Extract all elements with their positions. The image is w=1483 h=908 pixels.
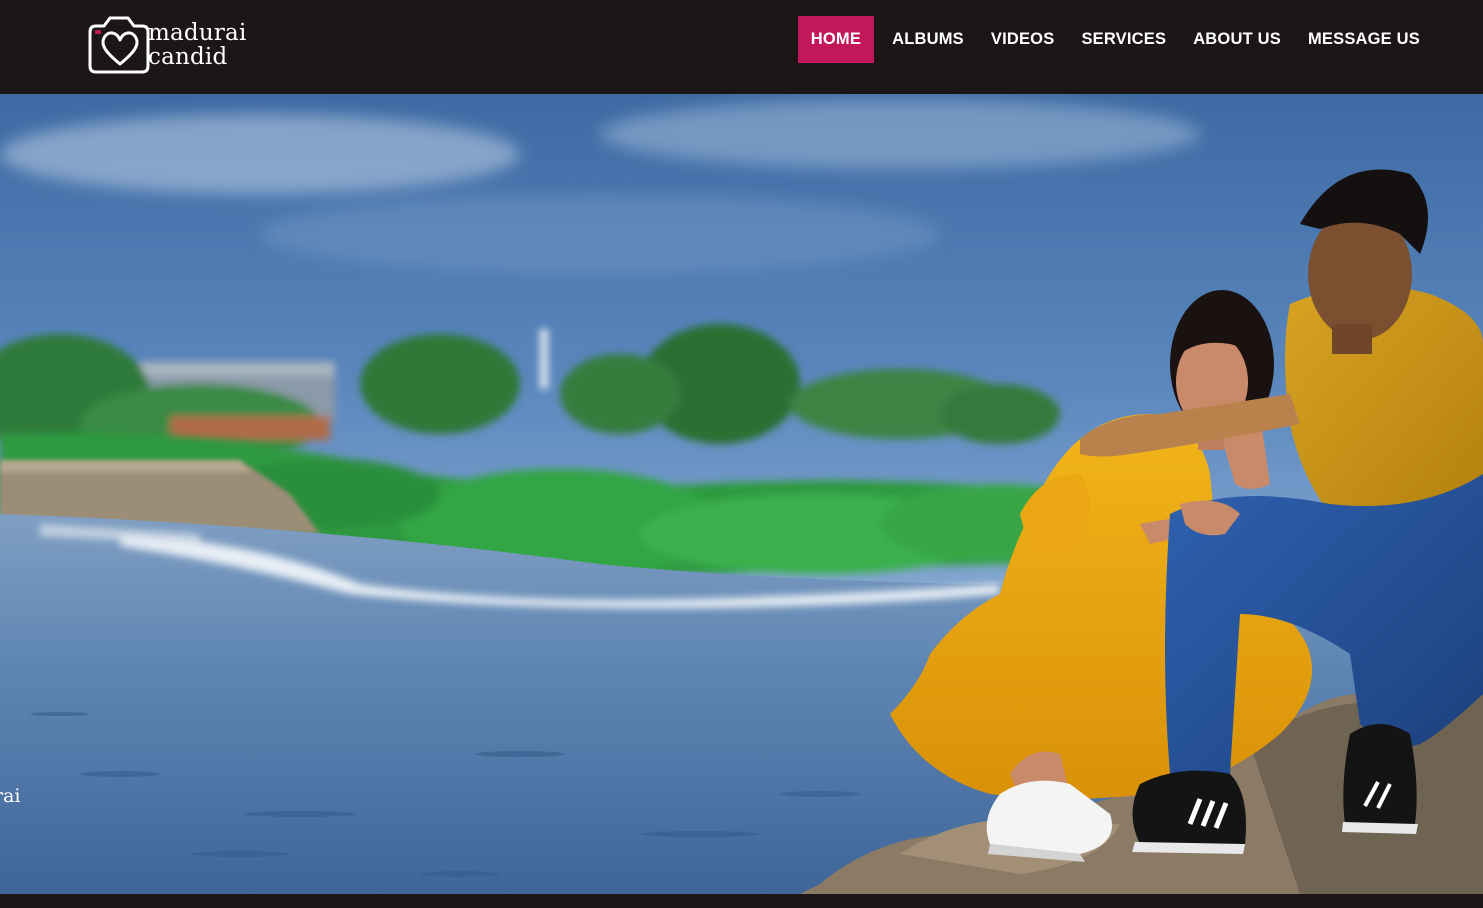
brand-line-2: candid: [148, 44, 228, 70]
brand-logo[interactable]: madurai candid: [84, 10, 264, 76]
nav-videos[interactable]: VIDEOS: [977, 16, 1068, 63]
hero-banner: rai d: [0, 94, 1483, 894]
nav-about-us[interactable]: ABOUT US: [1179, 16, 1294, 63]
nav-home[interactable]: HOME: [797, 16, 875, 63]
camera-heart-icon: [88, 16, 150, 74]
watermark-line-2: d: [0, 806, 21, 826]
nav-message-us[interactable]: MESSAGE US: [1294, 16, 1433, 63]
watermark-line-1: rai: [0, 785, 21, 807]
hero-photo: [0, 94, 1483, 894]
nav-albums[interactable]: ALBUMS: [878, 16, 977, 63]
photo-watermark: rai d: [0, 786, 21, 826]
site-header: madurai candid HOME ALBUMS VIDEOS SERVIC…: [0, 0, 1483, 94]
brand-wordmark: madurai candid: [148, 21, 247, 69]
main-nav: HOME ALBUMS VIDEOS SERVICES ABOUT US MES…: [797, 16, 1433, 63]
nav-services[interactable]: SERVICES: [1067, 16, 1179, 63]
page-bottom-bar: [0, 894, 1483, 908]
brand-line-1: madurai: [148, 20, 247, 46]
